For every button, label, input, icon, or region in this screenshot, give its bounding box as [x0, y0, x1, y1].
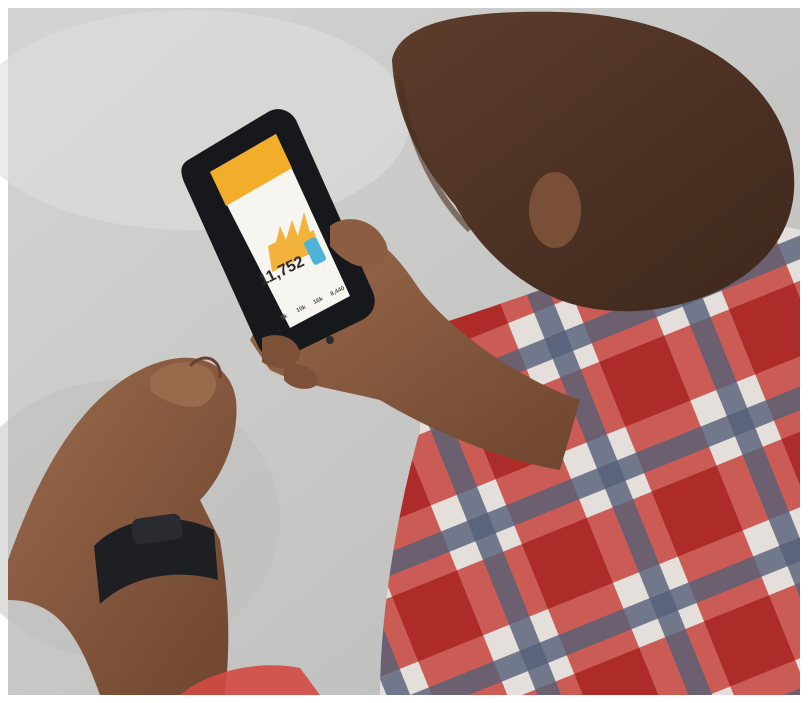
ear	[529, 172, 581, 248]
photo-scene: 11,752 5k 10k 16k 8,440	[0, 0, 808, 703]
photo: 11,752 5k 10k 16k 8,440	[0, 0, 808, 703]
